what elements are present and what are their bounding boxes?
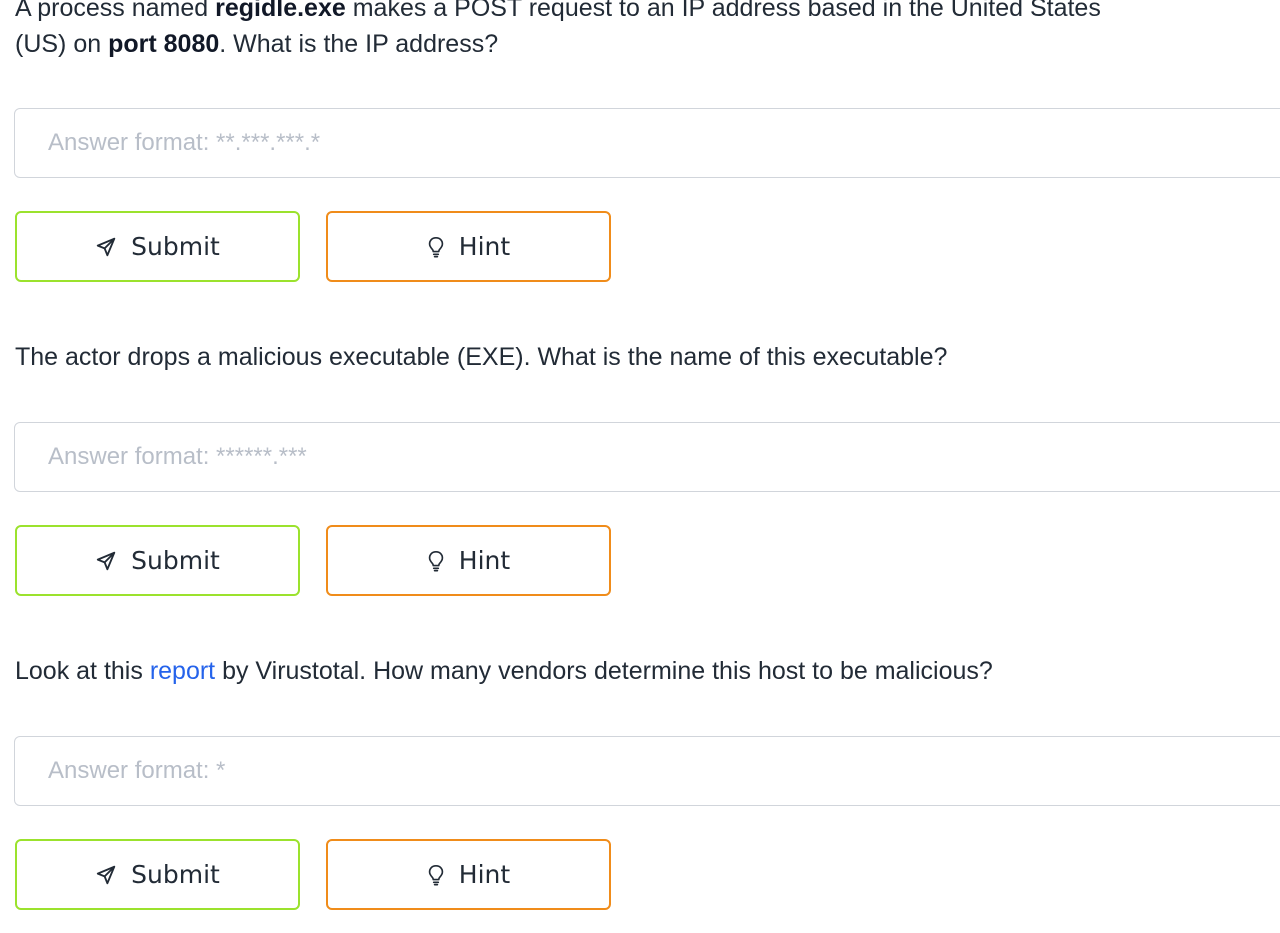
submit-label: Submit [131,860,220,889]
question-text-segment: (US) on [15,30,109,58]
lightbulb-icon [427,236,445,258]
paper-plane-icon [95,864,117,886]
submit-label: Submit [131,546,220,575]
hint-label: Hint [458,860,511,889]
hint-button-2[interactable]: Hint [326,525,611,596]
submit-label: Submit [131,232,220,261]
question-text-segment: Look at this [15,657,150,685]
question-1-text: A process named regidle.exe makes a POST… [15,0,1101,62]
submit-button-1[interactable]: Submit [15,211,300,282]
question-text-segment: The actor drops a malicious executable (… [15,343,948,371]
submit-button-2[interactable]: Submit [15,525,300,596]
submit-button-3[interactable]: Submit [15,839,300,910]
question-text-segment: makes a POST request to an IP address ba… [345,0,1101,22]
hint-label: Hint [458,232,511,261]
question-text-bold: port 8080 [108,30,220,58]
question-text-segment: by Virustotal. How many vendors determin… [215,657,993,685]
hint-label: Hint [458,546,511,575]
lightbulb-icon [427,864,445,886]
question-text-segment: . What is the IP address? [219,30,499,58]
paper-plane-icon [95,550,117,572]
answer-input-3[interactable] [14,736,1280,806]
answer-input-1[interactable] [14,108,1280,178]
hint-button-1[interactable]: Hint [326,211,611,282]
question-3-text: Look at this report by Virustotal. How m… [15,653,993,689]
report-link[interactable]: report [150,657,215,685]
lightbulb-icon [427,550,445,572]
hint-button-3[interactable]: Hint [326,839,611,910]
question-text-bold: regidle.exe [215,0,346,22]
paper-plane-icon [95,236,117,258]
question-text-segment: A process named [15,0,216,22]
answer-input-2[interactable] [14,422,1280,492]
question-2-text: The actor drops a malicious executable (… [15,339,947,375]
